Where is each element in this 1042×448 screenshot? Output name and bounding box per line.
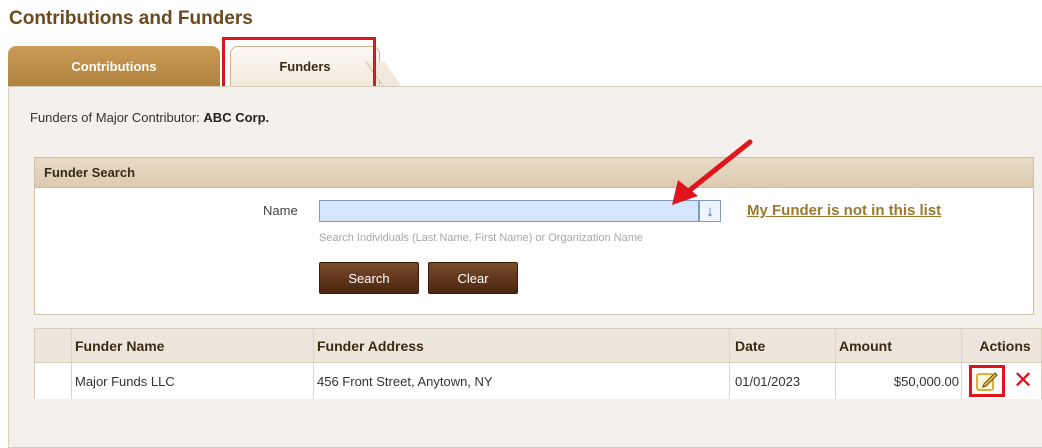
- funder-not-in-list-link[interactable]: My Funder is not in this list: [747, 202, 941, 219]
- name-input[interactable]: [319, 200, 699, 222]
- funder-search-header: Funder Search: [35, 158, 1033, 188]
- tab-bar: Contributions Funders: [8, 46, 1042, 86]
- cell-funder-address: 456 Front Street, Anytown, NY: [317, 373, 493, 389]
- funders-of-label: Funders of Major Contributor: ABC Corp.: [30, 110, 269, 125]
- cell-funder-name: Major Funds LLC: [75, 373, 175, 389]
- funder-search-box: Funder Search Name ↓ My Funder is not in…: [34, 157, 1034, 315]
- annotation-highlight-edit: [969, 365, 1005, 397]
- search-button[interactable]: Search: [319, 262, 419, 294]
- table-row: Major Funds LLC 456 Front Street, Anytow…: [35, 363, 1041, 399]
- clear-button[interactable]: Clear: [428, 262, 518, 294]
- name-label: Name: [263, 203, 298, 218]
- cell-date: 01/01/2023: [735, 373, 801, 389]
- funders-table: Funder Name Funder Address Date Amount A…: [34, 328, 1042, 399]
- delete-icon[interactable]: ✕: [1011, 367, 1035, 394]
- funders-of-prefix: Funders of Major Contributor:: [30, 110, 200, 125]
- header-date: Date: [735, 337, 766, 354]
- cell-amount: $50,000.00: [893, 373, 959, 389]
- tab-contributions[interactable]: Contributions: [8, 46, 220, 86]
- name-dropdown-button[interactable]: ↓: [699, 200, 721, 222]
- header-funder-name: Funder Name: [75, 337, 165, 354]
- header-amount: Amount: [839, 337, 892, 354]
- page-title: Contributions and Funders: [9, 8, 253, 29]
- table-header-row: Funder Name Funder Address Date Amount A…: [35, 329, 1041, 363]
- funders-panel: Funders of Major Contributor: ABC Corp. …: [8, 86, 1042, 448]
- header-actions: Actions: [979, 337, 1031, 354]
- chevron-down-icon: ↓: [706, 202, 714, 220]
- contributor-name: ABC Corp.: [203, 110, 270, 125]
- search-hint: Search Individuals (Last Name, First Nam…: [319, 232, 644, 244]
- header-funder-address: Funder Address: [317, 337, 424, 354]
